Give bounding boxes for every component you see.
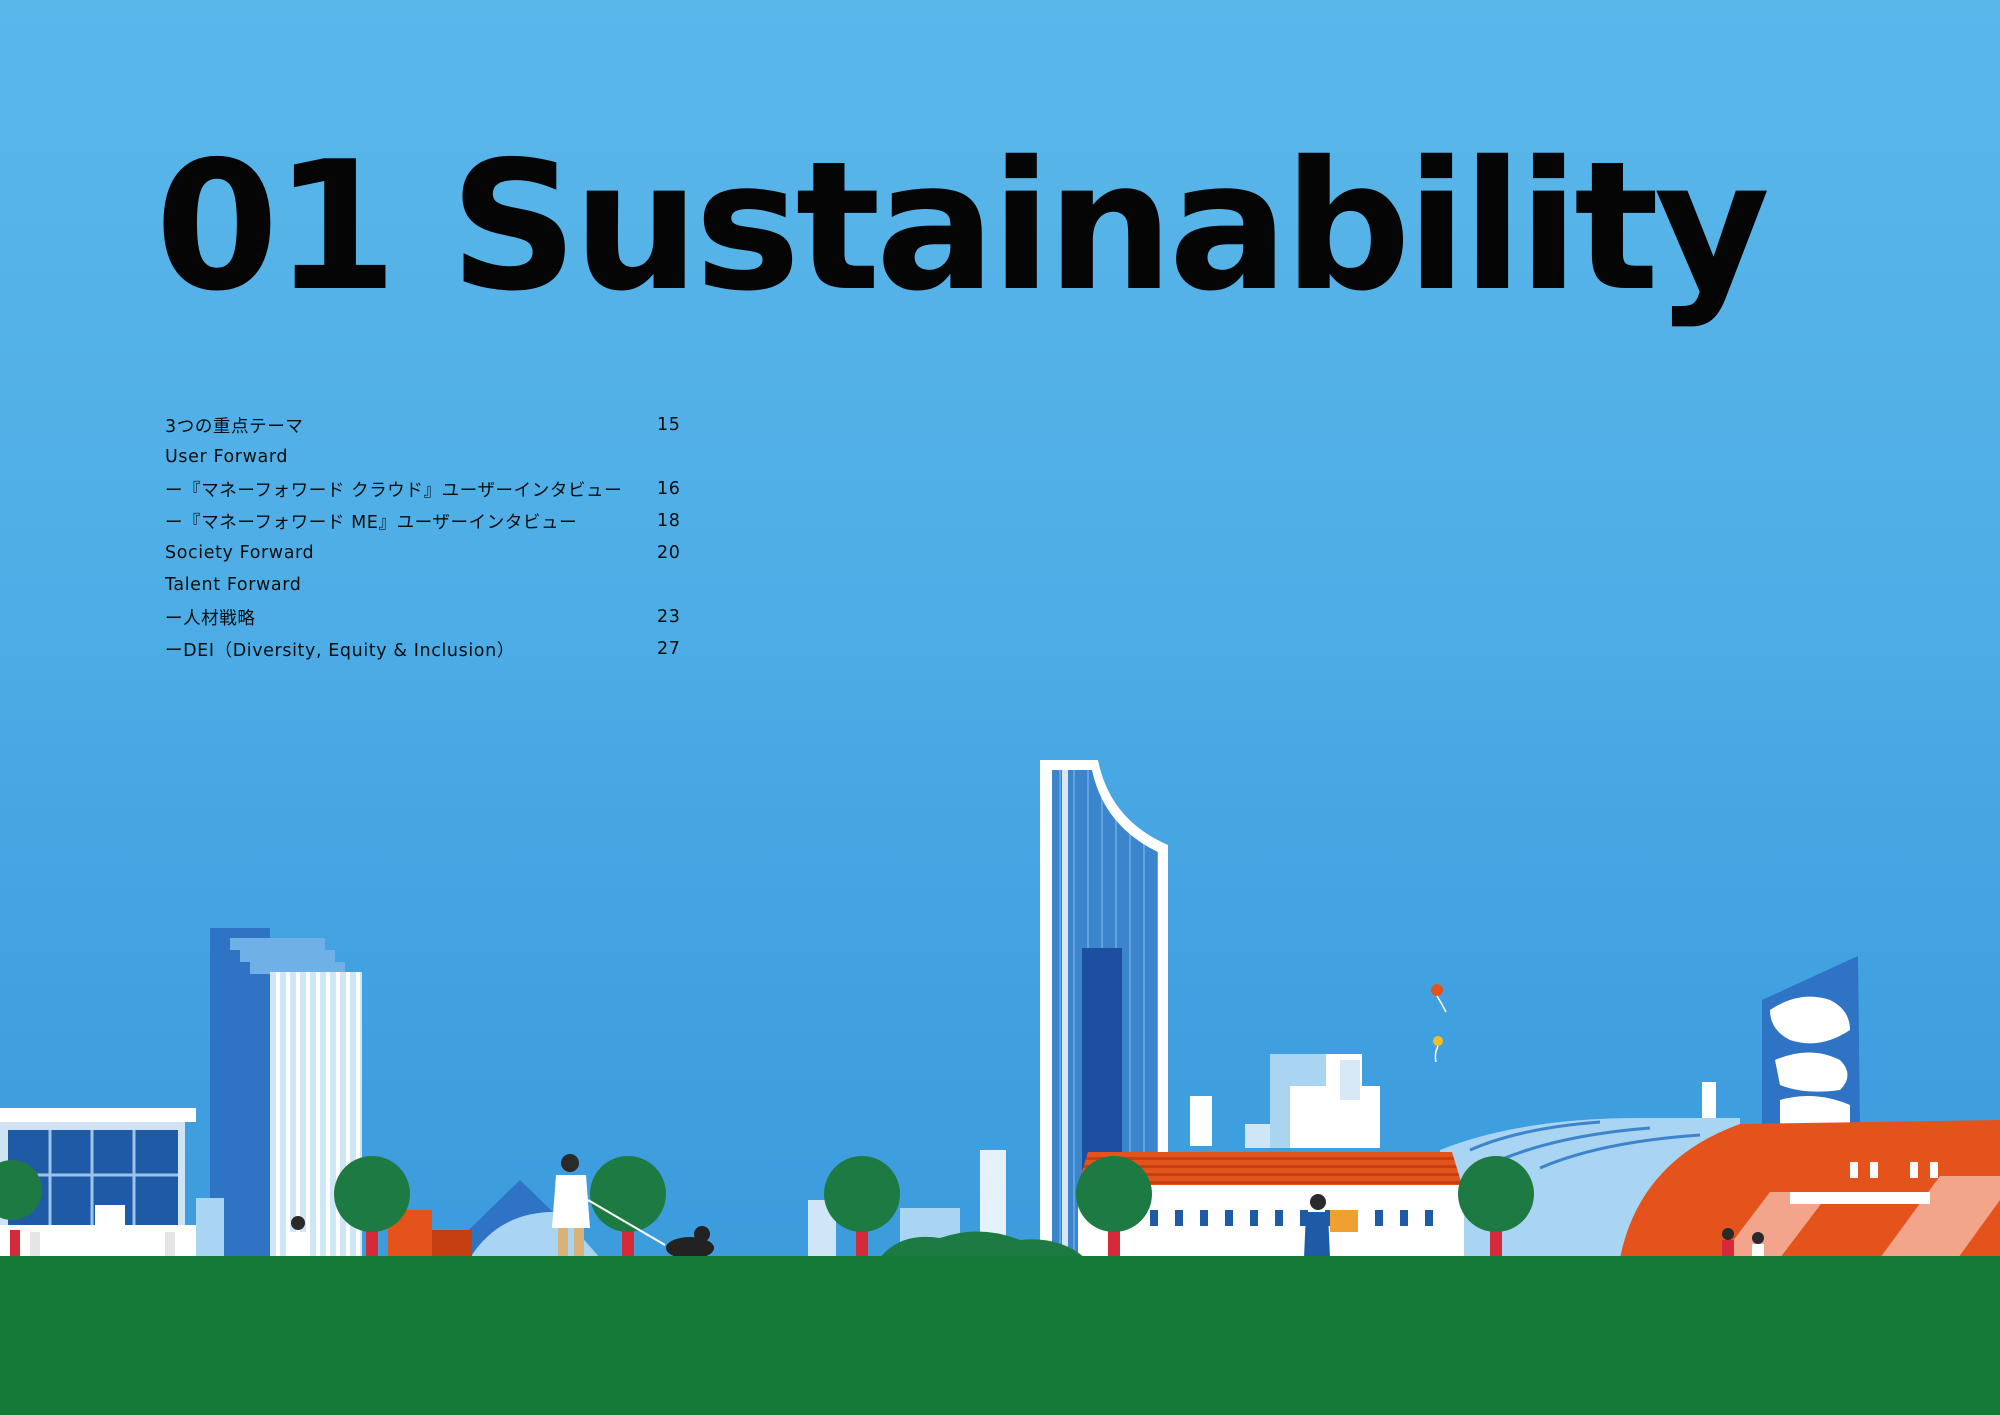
small-building — [432, 1230, 472, 1258]
building-cluster-center-right — [1270, 1054, 1380, 1148]
balloon-icon — [1433, 1036, 1443, 1063]
sculpted-tower-right — [1702, 956, 1860, 1142]
small-building — [1190, 1096, 1212, 1146]
grass-field — [0, 1256, 2000, 1415]
city-skyline-illustration — [0, 760, 2000, 1415]
balloon-icon — [1431, 984, 1447, 1013]
sustainability-section-page: 01 Sustainability 3つの重点テーマ 15 User Forwa… — [0, 0, 2000, 1415]
